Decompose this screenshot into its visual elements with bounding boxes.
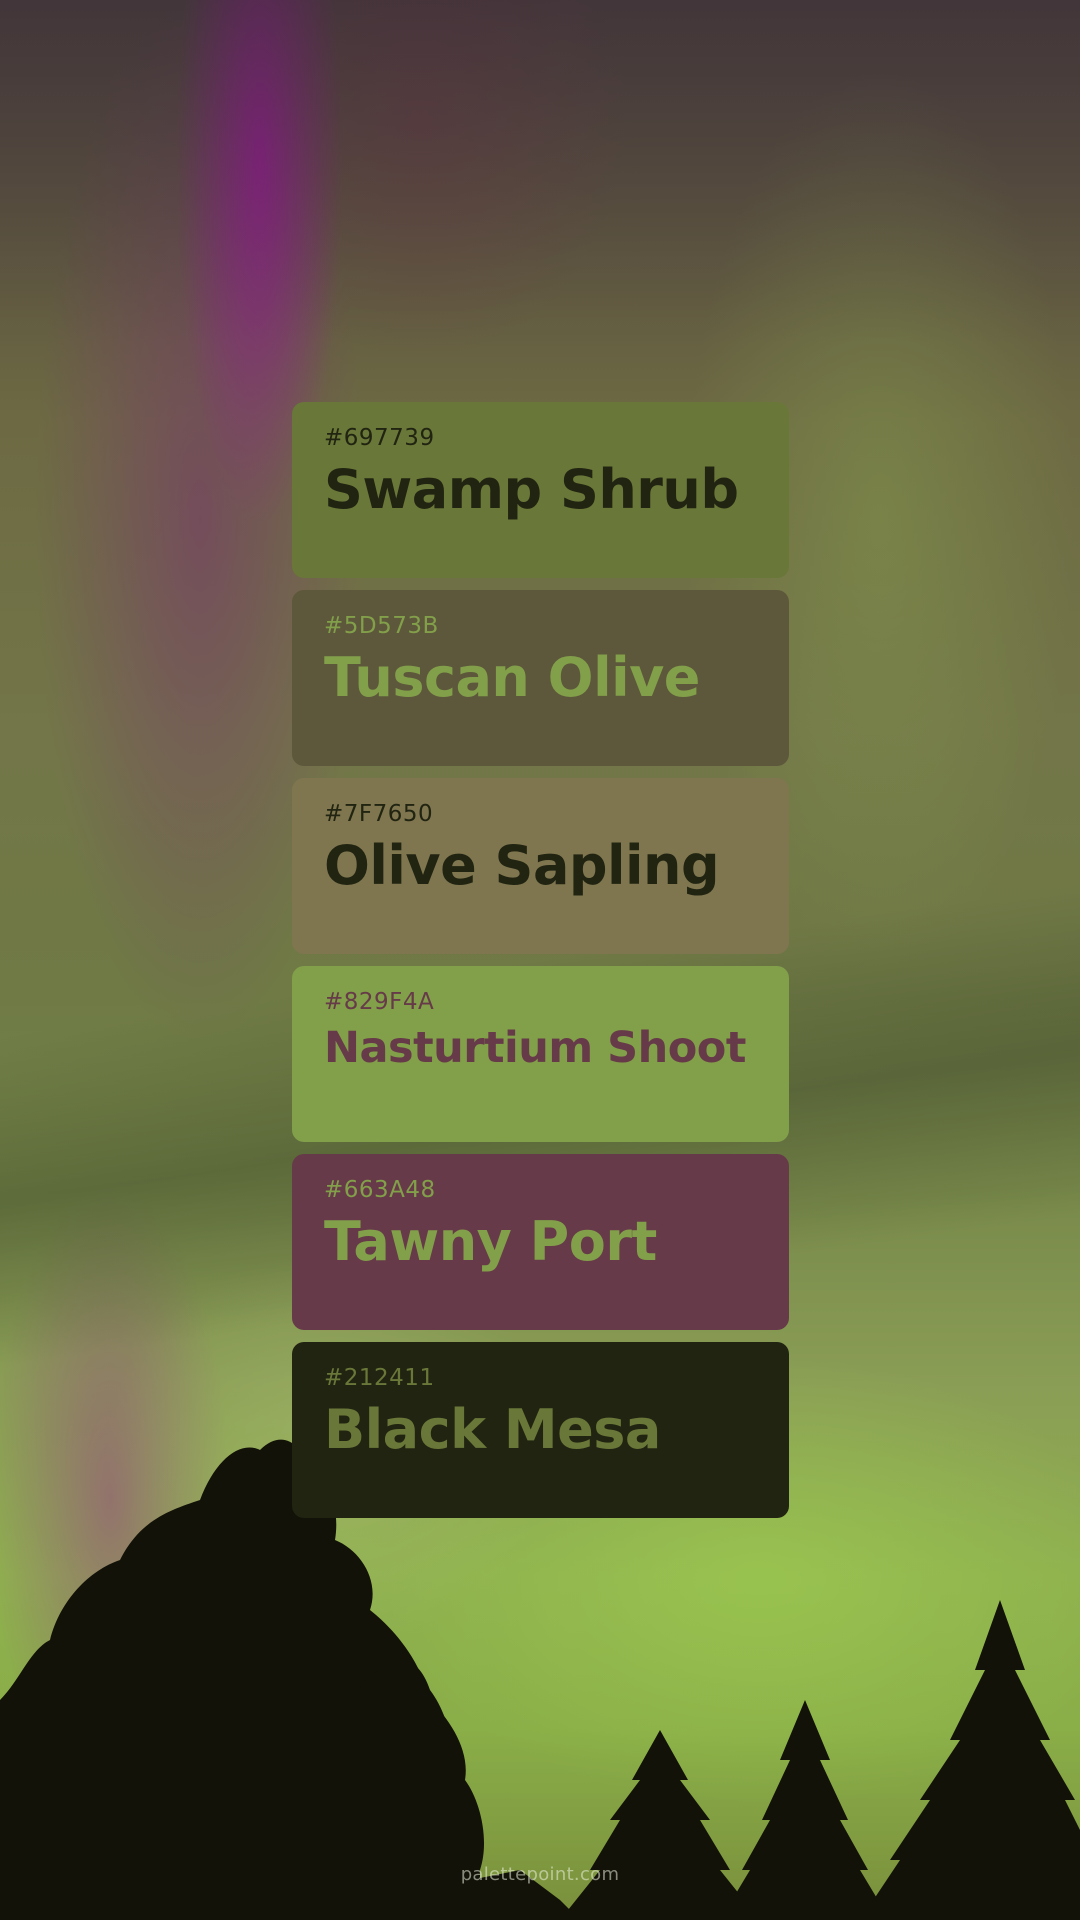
swatch-color-name: Tuscan Olive: [324, 646, 700, 709]
swatch-color-name: Nasturtium Shoot: [324, 1023, 746, 1073]
swatch-color-name: Swamp Shrub: [324, 458, 739, 521]
swatch-hex-label: #212411: [324, 1365, 435, 1391]
swatch-olive-sapling[interactable]: #7F7650 Olive Sapling: [292, 778, 789, 954]
swatch-color-name: Tawny Port: [324, 1210, 657, 1273]
palette-page: #697739 Swamp Shrub #5D573B Tuscan Olive…: [0, 0, 1080, 1920]
swatch-hex-label: #663A48: [324, 1177, 436, 1203]
swatch-tawny-port[interactable]: #663A48 Tawny Port: [292, 1154, 789, 1330]
swatch-nasturtium-shoot[interactable]: #829F4A Nasturtium Shoot: [292, 966, 789, 1142]
site-watermark[interactable]: palettepoint.com: [0, 1864, 1080, 1885]
swatch-black-mesa[interactable]: #212411 Black Mesa: [292, 1342, 789, 1518]
swatch-hex-label: #7F7650: [324, 801, 434, 827]
swatch-hex-label: #697739: [324, 425, 435, 451]
swatch-color-name: Black Mesa: [324, 1398, 661, 1461]
swatch-hex-label: #829F4A: [324, 989, 435, 1015]
swatch-tuscan-olive[interactable]: #5D573B Tuscan Olive: [292, 590, 789, 766]
swatch-hex-label: #5D573B: [324, 613, 439, 639]
swatch-color-name: Olive Sapling: [324, 834, 720, 897]
swatch-swamp-shrub[interactable]: #697739 Swamp Shrub: [292, 402, 789, 578]
